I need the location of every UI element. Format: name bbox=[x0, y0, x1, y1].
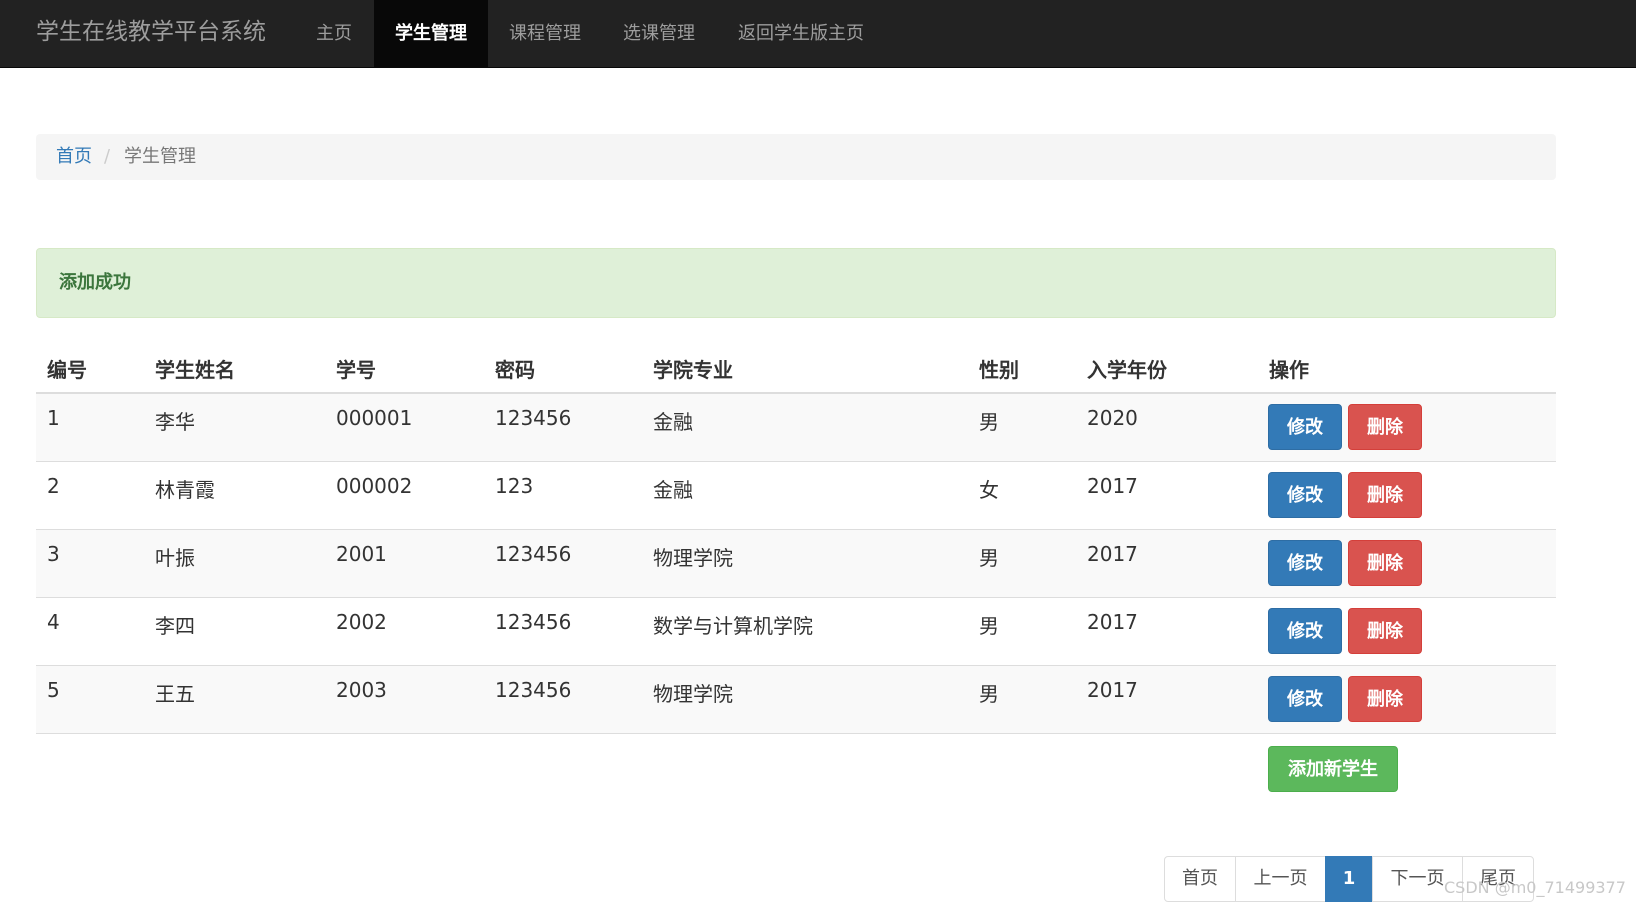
delete-button[interactable]: 删除 bbox=[1348, 472, 1422, 518]
breadcrumb-home-link[interactable]: 首页 bbox=[56, 134, 92, 180]
cell-name: 李华 bbox=[155, 410, 195, 434]
breadcrumb-current: 学生管理 bbox=[124, 146, 196, 167]
header-actions: 操作 bbox=[1269, 358, 1309, 382]
page-first-button[interactable]: 首页 bbox=[1164, 856, 1236, 902]
delete-button[interactable]: 删除 bbox=[1348, 608, 1422, 654]
edit-button[interactable]: 修改 bbox=[1268, 404, 1342, 450]
edit-button[interactable]: 修改 bbox=[1268, 472, 1342, 518]
header-name: 学生姓名 bbox=[155, 358, 235, 382]
nav-item-home[interactable]: 主页 bbox=[298, 0, 370, 67]
page-current-button[interactable]: 1 bbox=[1325, 856, 1373, 902]
cell-password: 123456 bbox=[495, 406, 572, 430]
cell-id: 2 bbox=[47, 474, 60, 498]
page-prev-button[interactable]: 上一页 bbox=[1235, 856, 1326, 902]
top-navbar: 学生在线教学平台系统 主页 学生管理 课程管理 选课管理 返回学生版主页 bbox=[0, 0, 1636, 68]
cell-student-no: 000002 bbox=[336, 474, 413, 498]
cell-gender: 男 bbox=[979, 682, 999, 706]
header-gender: 性别 bbox=[979, 358, 1019, 382]
table-row: 5 王五 2003 123456 物理学院 男 2017 修改 删除 bbox=[36, 666, 1556, 734]
cell-id: 1 bbox=[47, 406, 60, 430]
edit-button[interactable]: 修改 bbox=[1268, 540, 1342, 586]
cell-password: 123456 bbox=[495, 678, 572, 702]
nav-item-course-management[interactable]: 课程管理 bbox=[488, 0, 602, 67]
cell-gender: 女 bbox=[979, 478, 999, 502]
cell-password: 123 bbox=[495, 474, 534, 498]
cell-major: 物理学院 bbox=[653, 546, 733, 570]
cell-year: 2017 bbox=[1087, 542, 1138, 566]
cell-id: 5 bbox=[47, 678, 60, 702]
header-id: 编号 bbox=[47, 358, 87, 382]
cell-gender: 男 bbox=[979, 614, 999, 638]
cell-gender: 男 bbox=[979, 410, 999, 434]
delete-button[interactable]: 删除 bbox=[1348, 676, 1422, 722]
cell-name: 王五 bbox=[155, 682, 195, 706]
success-alert: 添加成功 bbox=[36, 248, 1556, 318]
table-header-row: 编号 学生姓名 学号 密码 学院专业 性别 入学年份 操作 bbox=[36, 346, 1556, 394]
cell-name: 林青霞 bbox=[155, 478, 215, 502]
table-row: 1 李华 000001 123456 金融 男 2020 修改 删除 bbox=[36, 394, 1556, 462]
cell-name: 李四 bbox=[155, 614, 195, 638]
breadcrumb-separator: / bbox=[104, 146, 111, 167]
cell-password: 123456 bbox=[495, 610, 572, 634]
cell-gender: 男 bbox=[979, 546, 999, 570]
edit-button[interactable]: 修改 bbox=[1268, 608, 1342, 654]
nav-item-course-selection[interactable]: 选课管理 bbox=[602, 0, 716, 67]
cell-student-no: 2001 bbox=[336, 542, 387, 566]
brand-title[interactable]: 学生在线教学平台系统 bbox=[36, 16, 266, 48]
cell-major: 数学与计算机学院 bbox=[653, 614, 813, 638]
delete-button[interactable]: 删除 bbox=[1348, 540, 1422, 586]
cell-year: 2017 bbox=[1087, 610, 1138, 634]
watermark: CSDN @m0_71499377 bbox=[1444, 878, 1626, 897]
table-row: 2 林青霞 000002 123 金融 女 2017 修改 删除 bbox=[36, 462, 1556, 530]
cell-year: 2020 bbox=[1087, 406, 1138, 430]
add-student-button[interactable]: 添加新学生 bbox=[1268, 746, 1398, 792]
header-year: 入学年份 bbox=[1087, 358, 1167, 382]
cell-year: 2017 bbox=[1087, 678, 1138, 702]
student-table: 编号 学生姓名 学号 密码 学院专业 性别 入学年份 操作 1 李华 00000… bbox=[36, 346, 1556, 734]
table-row: 3 叶振 2001 123456 物理学院 男 2017 修改 删除 bbox=[36, 530, 1556, 598]
cell-major: 物理学院 bbox=[653, 682, 733, 706]
cell-major: 金融 bbox=[653, 478, 693, 502]
delete-button[interactable]: 删除 bbox=[1348, 404, 1422, 450]
cell-student-no: 000001 bbox=[336, 406, 413, 430]
nav-item-student-management[interactable]: 学生管理 bbox=[374, 0, 488, 67]
edit-button[interactable]: 修改 bbox=[1268, 676, 1342, 722]
cell-student-no: 2002 bbox=[336, 610, 387, 634]
table-row: 4 李四 2002 123456 数学与计算机学院 男 2017 修改 删除 bbox=[36, 598, 1556, 666]
cell-year: 2017 bbox=[1087, 474, 1138, 498]
cell-password: 123456 bbox=[495, 542, 572, 566]
header-major: 学院专业 bbox=[653, 358, 733, 382]
nav-item-back-to-student[interactable]: 返回学生版主页 bbox=[716, 0, 886, 67]
breadcrumb: 首页 / 学生管理 bbox=[36, 134, 1556, 180]
cell-name: 叶振 bbox=[155, 546, 195, 570]
header-password: 密码 bbox=[495, 358, 535, 382]
cell-id: 3 bbox=[47, 542, 60, 566]
cell-student-no: 2003 bbox=[336, 678, 387, 702]
header-student-no: 学号 bbox=[336, 358, 376, 382]
cell-id: 4 bbox=[47, 610, 60, 634]
cell-major: 金融 bbox=[653, 410, 693, 434]
